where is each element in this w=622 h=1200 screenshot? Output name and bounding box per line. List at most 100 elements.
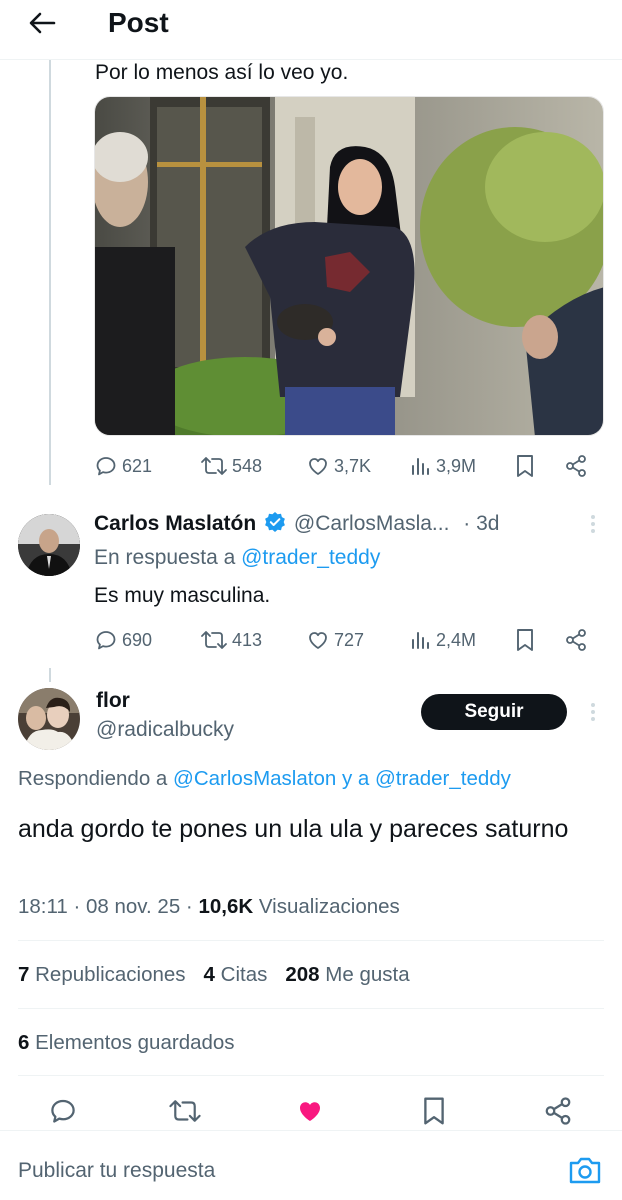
tweet-time[interactable]: 3d: [476, 512, 499, 535]
like-button[interactable]: 727: [306, 628, 364, 652]
share-button[interactable]: [543, 1096, 573, 1126]
like-button[interactable]: 3,7K: [306, 454, 371, 478]
reply-composer: Publicar tu respuesta: [0, 1130, 622, 1200]
replying-and: y a: [336, 767, 375, 790]
bookmarks-stat[interactable]: 6 Elementos guardados: [18, 1029, 235, 1057]
like-count: 727: [334, 629, 365, 650]
replying-user-link[interactable]: @CarlosMaslaton: [173, 767, 336, 790]
repost-button[interactable]: 548: [200, 454, 262, 478]
bookmarks-label: Elementos guardados: [35, 1031, 235, 1054]
share-icon: [566, 455, 586, 477]
share-button[interactable]: [564, 628, 588, 652]
author-handle[interactable]: @radicalbucky: [96, 717, 234, 743]
likes-stat[interactable]: 208 Me gusta: [285, 963, 409, 986]
camera-button[interactable]: [568, 1155, 602, 1185]
timestamp-line: 18:11 · 08 nov. 25 · 10,6K Visualizacion…: [18, 895, 400, 918]
tweet-time[interactable]: 18:11: [18, 895, 68, 918]
repost-count: 548: [232, 455, 263, 476]
divider: [18, 1008, 604, 1009]
divider: [18, 940, 604, 941]
replying-prefix: Respondiendo a: [18, 767, 174, 790]
more-icon[interactable]: [589, 703, 597, 721]
reply-button[interactable]: [48, 1096, 78, 1126]
tweet-date[interactable]: 08 nov. 25: [86, 895, 180, 918]
views-label: Visualizaciones: [258, 895, 400, 918]
back-arrow-icon: [29, 12, 56, 34]
author-handle[interactable]: @CarlosMasla...: [294, 512, 450, 535]
quotes-stat[interactable]: 4 Citas: [204, 963, 268, 986]
page-title: Post: [108, 7, 169, 38]
avatar[interactable]: [18, 688, 80, 750]
verified-icon: [265, 512, 285, 533]
reply-to-link[interactable]: @trader_teddy: [241, 546, 380, 569]
bookmark-button[interactable]: [420, 1095, 448, 1127]
replying-user-link[interactable]: @trader_teddy: [375, 767, 511, 790]
reply-count: 621: [122, 455, 153, 476]
avatar[interactable]: [18, 514, 80, 576]
reposts-stat[interactable]: 7 Republicaciones: [18, 963, 186, 986]
reply-count: 690: [122, 629, 153, 650]
views-count: 2,4M: [436, 629, 477, 650]
quotes-label: Citas: [220, 963, 268, 986]
divider: [18, 1075, 604, 1076]
quotes-count: 4: [203, 963, 215, 986]
bookmark-icon: [424, 1097, 444, 1125]
tweet-text: Es muy masculina.: [94, 584, 271, 607]
reposts-label: Republicaciones: [35, 963, 186, 986]
likes-label: Me gusta: [325, 963, 410, 986]
share-icon: [545, 1097, 571, 1125]
main-actions: [0, 1092, 622, 1132]
views-icon: [412, 632, 429, 649]
likes-count: 208: [285, 963, 320, 986]
author-name[interactable]: Carlos Maslatón: [94, 512, 256, 535]
like-button[interactable]: [295, 1096, 325, 1126]
bookmarks-count: 6: [18, 1031, 30, 1054]
views-icon: [412, 458, 429, 475]
thread-line: [49, 668, 51, 682]
camera-icon: [569, 1157, 601, 1184]
repost-button[interactable]: [168, 1096, 202, 1126]
reply-prefix: En respuesta a: [94, 546, 242, 569]
tweet-actions: 621 548 3,7K 3,9M: [94, 452, 614, 480]
repost-icon: [201, 457, 227, 475]
back-button[interactable]: [24, 6, 60, 40]
repost-icon: [201, 631, 227, 649]
like-count: 3,7K: [334, 455, 372, 476]
share-button[interactable]: [564, 454, 588, 478]
bookmark-icon: [517, 455, 533, 477]
tweet-text: Por lo menos así lo veo yo.: [95, 61, 349, 84]
author-line: Carlos Maslatón @CarlosMasla... · 3d: [94, 510, 499, 538]
views-count: 3,9M: [436, 455, 477, 476]
thread-line: [49, 60, 51, 485]
share-icon: [566, 629, 586, 651]
reposts-count: 7: [18, 963, 30, 986]
views-button[interactable]: 3,9M: [410, 454, 476, 478]
reply-context: En respuesta a @trader_teddy: [94, 544, 380, 572]
top-bar: Post: [0, 0, 622, 60]
like-icon: [309, 632, 327, 649]
reply-button[interactable]: 621: [94, 454, 152, 478]
more-icon[interactable]: [589, 515, 597, 533]
bookmark-button[interactable]: [514, 453, 536, 479]
main-tweet-text: anda gordo te pones un ula ula y pareces…: [18, 815, 569, 843]
tweet-actions: 690 413 727 2,4M: [94, 626, 614, 654]
bookmark-button[interactable]: [514, 627, 536, 653]
like-icon: [309, 458, 327, 475]
repost-button[interactable]: 413: [200, 628, 262, 652]
repost-icon: [169, 1100, 201, 1122]
views-count: 10,6K: [198, 895, 254, 918]
reply-input[interactable]: Publicar tu respuesta: [18, 1157, 215, 1185]
repost-count: 413: [232, 629, 263, 650]
reply-icon: [96, 631, 116, 650]
author-name[interactable]: flor: [96, 688, 130, 714]
reply-button[interactable]: 690: [94, 628, 152, 652]
reply-icon: [96, 457, 116, 476]
like-icon: [300, 1102, 320, 1121]
separator: ·: [463, 512, 471, 535]
reply-icon: [51, 1099, 75, 1123]
tweet-photo[interactable]: [94, 96, 604, 436]
replying-context: Respondiendo a @CarlosMaslaton y a @trad…: [18, 765, 511, 793]
engagement-stats: 7 Republicaciones 4 Citas 208 Me gusta: [18, 961, 410, 989]
views-button[interactable]: 2,4M: [410, 628, 476, 652]
follow-button[interactable]: Seguir: [421, 694, 567, 730]
